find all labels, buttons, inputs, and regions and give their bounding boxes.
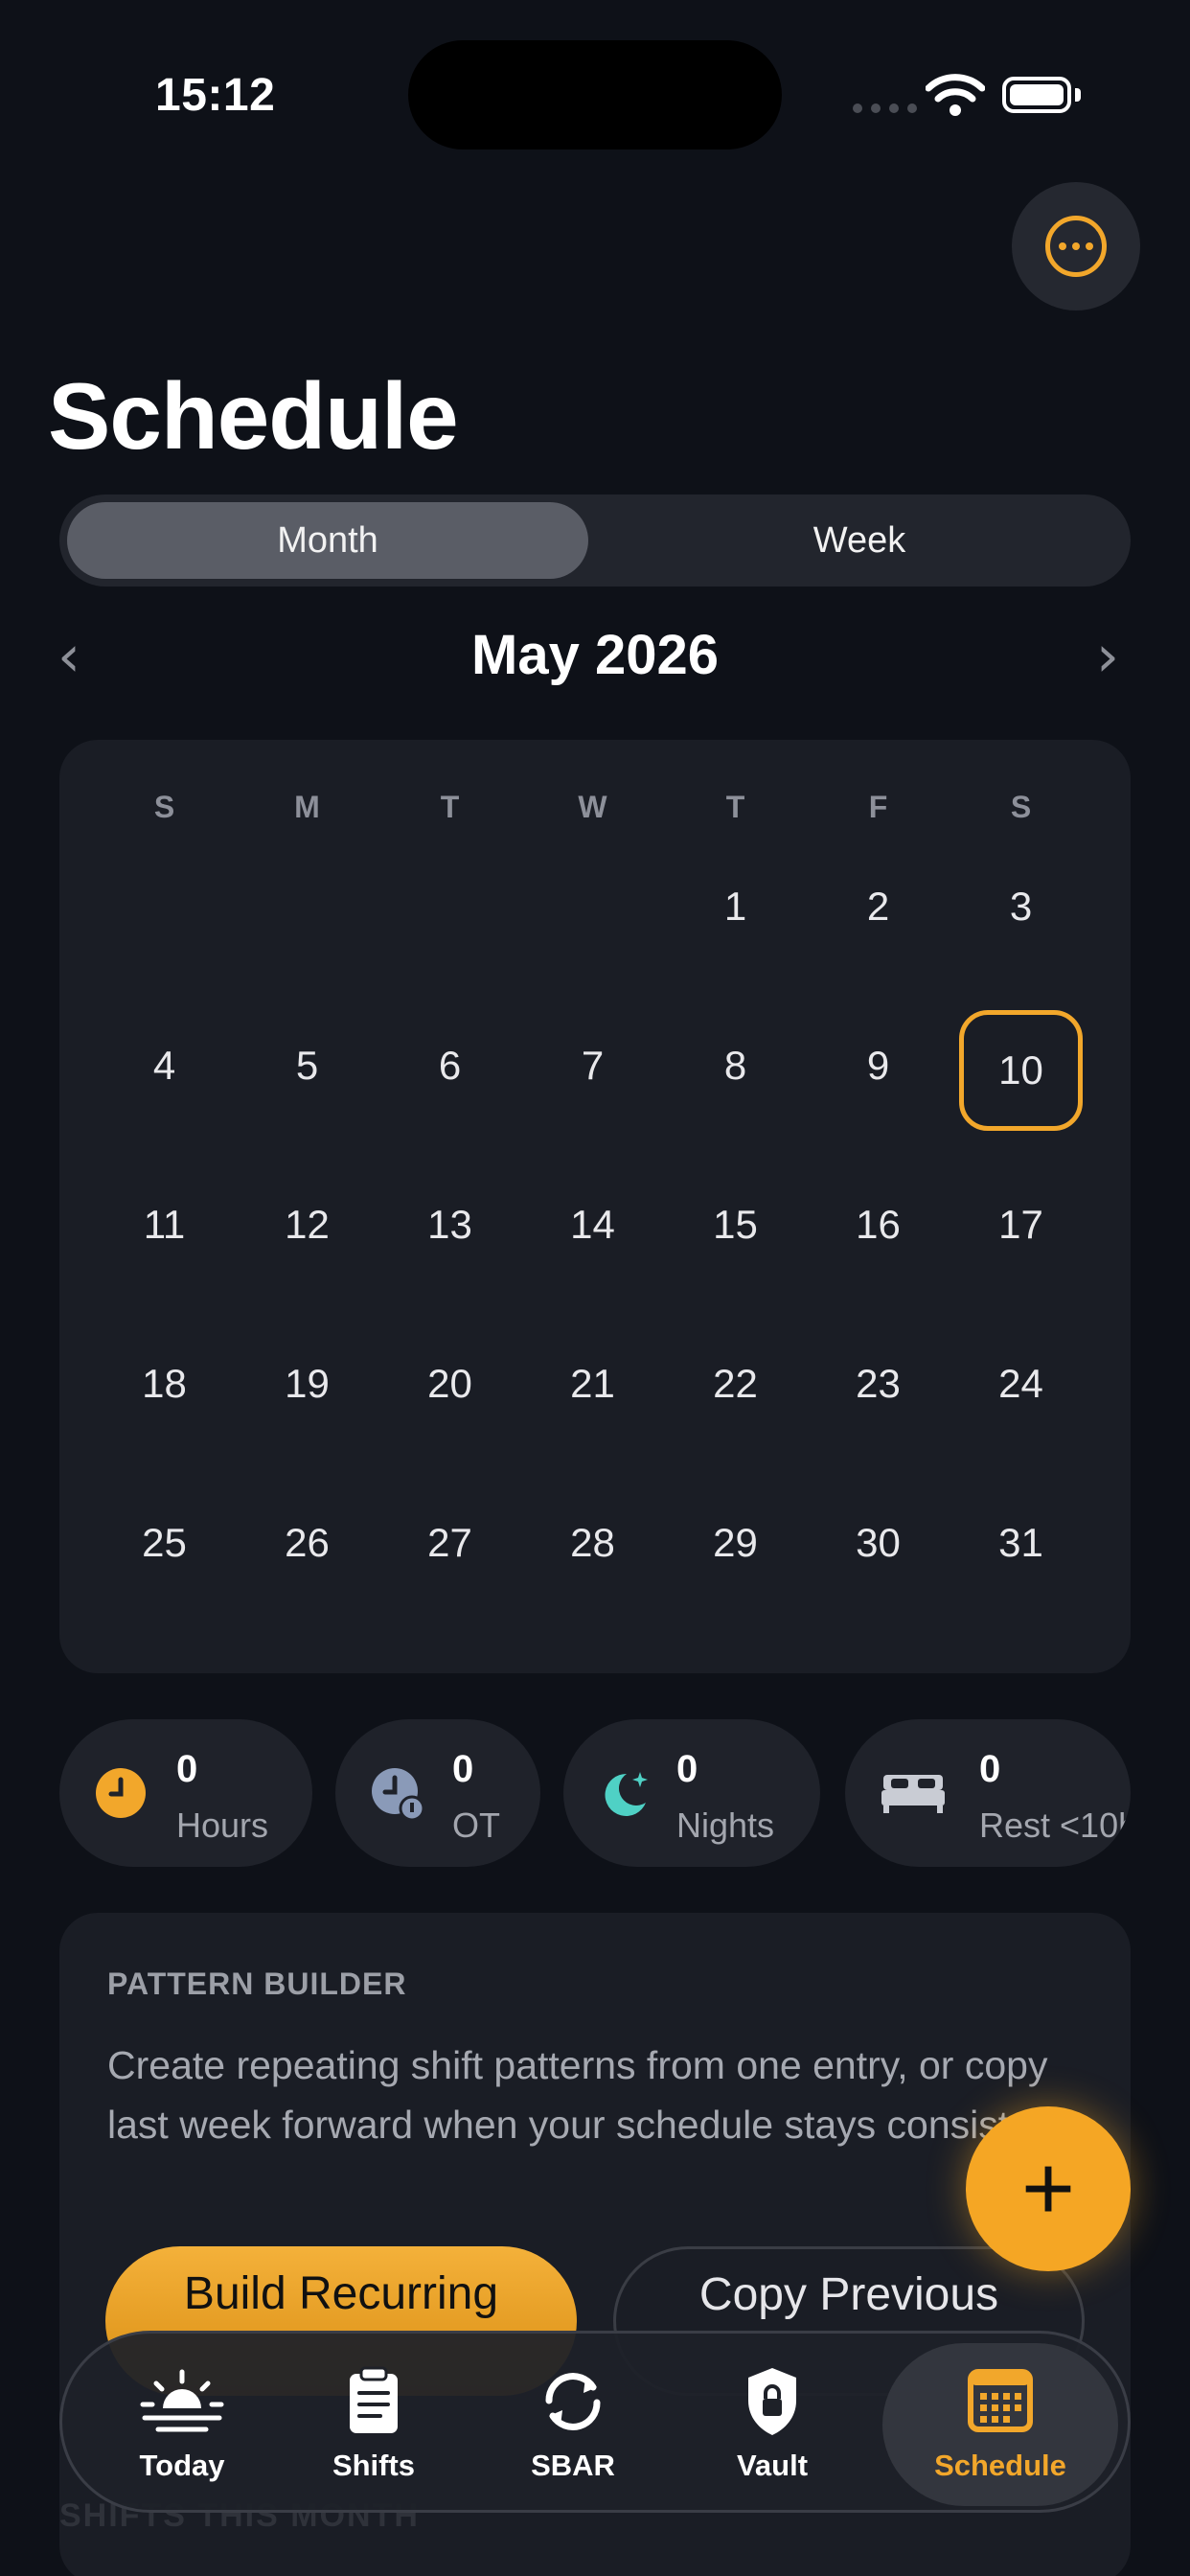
calendar-day[interactable]: 3 [950, 884, 1092, 930]
view-segmented-control: Month Week [59, 494, 1131, 586]
calendar-day[interactable]: 31 [950, 1520, 1092, 1566]
calendar-day[interactable]: 29 [664, 1520, 807, 1566]
bed-icon [881, 1775, 945, 1813]
calendar-day[interactable]: 12 [236, 1202, 378, 1248]
dynamic-island [408, 40, 782, 150]
sync-icon [545, 2373, 601, 2430]
stat-rest-value: 0 [979, 1748, 1001, 1790]
sunrise-icon [140, 2369, 224, 2432]
calendar-day[interactable]: 18 [93, 1361, 236, 1407]
weekday-header: T [440, 790, 460, 824]
ot-clock-icon [372, 1768, 423, 1820]
tab-sbar-label: SBAR [531, 2449, 615, 2482]
wifi-icon [926, 74, 985, 116]
calendar-icon [968, 2369, 1033, 2432]
moon-stars-icon [605, 1772, 648, 1816]
tab-today-label: Today [139, 2449, 225, 2482]
weekday-header: S [153, 790, 175, 824]
pattern-builder-description: Create repeating shift patterns from one… [107, 2043, 1075, 2147]
calendar-day[interactable]: 23 [807, 1361, 950, 1407]
calendar-day[interactable]: 20 [378, 1361, 521, 1407]
tab-schedule-label: Schedule [934, 2449, 1066, 2482]
battery-icon [1002, 77, 1071, 113]
calendar-day[interactable]: 19 [236, 1361, 378, 1407]
calendar-day[interactable]: 1 [664, 884, 807, 930]
tab-vault-label: Vault [736, 2449, 809, 2482]
chevron-left-icon[interactable]: ‹ [57, 623, 80, 690]
calendar-day[interactable]: 24 [950, 1361, 1092, 1407]
tab-schedule[interactable]: Schedule [882, 2343, 1118, 2506]
stat-chip-ot[interactable]: 0 OT [335, 1719, 540, 1867]
calendar-day[interactable]: 28 [521, 1520, 664, 1566]
more-options-button[interactable] [1012, 182, 1140, 310]
calendar-day[interactable]: 2 [807, 884, 950, 930]
add-shift-button[interactable]: + [966, 2106, 1131, 2271]
pattern-builder-label: PATTERN BUILDER [107, 1966, 407, 2001]
calendar-day[interactable]: 30 [807, 1520, 950, 1566]
clipboard-icon [350, 2366, 398, 2433]
calendar-day[interactable]: 11 [93, 1202, 236, 1248]
calendar-card: S M T W T F S 1 2 3 4 5 6 7 8 9 10 11 12 13 14 15 16 17 18 19 20 21… [59, 740, 1131, 1673]
calendar-day[interactable]: 22 [664, 1361, 807, 1407]
stat-ot-value: 0 [452, 1748, 474, 1790]
status-time: 15:12 [155, 70, 276, 121]
month-title: May 2026 [471, 624, 719, 686]
segment-week[interactable]: Week [596, 502, 1123, 579]
calendar-day[interactable]: 26 [236, 1520, 378, 1566]
weekday-header: S [1010, 790, 1032, 824]
tab-vault[interactable]: Vault [674, 2334, 871, 2516]
stat-ot-label: OT [452, 1806, 500, 1845]
calendar-day[interactable]: 8 [664, 1043, 807, 1089]
calendar-day[interactable]: 5 [236, 1043, 378, 1089]
more-icon [1045, 216, 1107, 277]
stat-chip-rest[interactable]: 0 Rest <10h [845, 1719, 1131, 1867]
segment-month[interactable]: Month [67, 502, 588, 579]
stat-hours-value: 0 [176, 1748, 198, 1790]
stat-chip-nights[interactable]: 0 Nights [563, 1719, 820, 1867]
cellular-signal-icon [853, 104, 917, 113]
weekday-header: W [578, 790, 607, 824]
calendar-day[interactable]: 15 [664, 1202, 807, 1248]
page-title: Schedule [48, 363, 459, 469]
tab-shifts-label: Shifts [332, 2449, 416, 2482]
calendar-day[interactable]: 17 [950, 1202, 1092, 1248]
calendar-day[interactable]: 14 [521, 1202, 664, 1248]
lock-shield-icon [748, 2368, 796, 2435]
calendar-day[interactable]: 7 [521, 1043, 664, 1089]
calendar-day[interactable]: 16 [807, 1202, 950, 1248]
weekday-header: F [868, 790, 888, 824]
weekday-header: M [294, 790, 320, 824]
calendar-day[interactable]: 6 [378, 1043, 521, 1089]
tab-shifts[interactable]: Shifts [275, 2334, 472, 2516]
chevron-right-icon[interactable]: › [1096, 623, 1119, 690]
tab-bar: Today Shifts SBAR Vault Schedule [59, 2331, 1131, 2513]
battery-cap [1075, 88, 1081, 102]
stat-hours-label: Hours [176, 1806, 269, 1845]
calendar-day[interactable]: 9 [807, 1043, 950, 1089]
stat-nights-value: 0 [676, 1748, 698, 1790]
calendar-day[interactable]: 21 [521, 1361, 664, 1407]
tab-today[interactable]: Today [83, 2334, 281, 2516]
stat-chip-hours[interactable]: 0 Hours [59, 1719, 312, 1867]
tab-sbar[interactable]: SBAR [474, 2334, 672, 2516]
calendar-day-selected[interactable]: 10 [959, 1010, 1083, 1131]
weekday-header: T [725, 790, 745, 824]
calendar-day[interactable]: 13 [378, 1202, 521, 1248]
clock-icon [96, 1768, 146, 1818]
stat-nights-label: Nights [676, 1806, 775, 1845]
plus-icon: + [1020, 2137, 1076, 2240]
stat-rest-label: Rest <10h [979, 1806, 1131, 1845]
calendar-day[interactable]: 25 [93, 1520, 236, 1566]
calendar-day[interactable]: 4 [93, 1043, 236, 1089]
calendar-day[interactable]: 27 [378, 1520, 521, 1566]
